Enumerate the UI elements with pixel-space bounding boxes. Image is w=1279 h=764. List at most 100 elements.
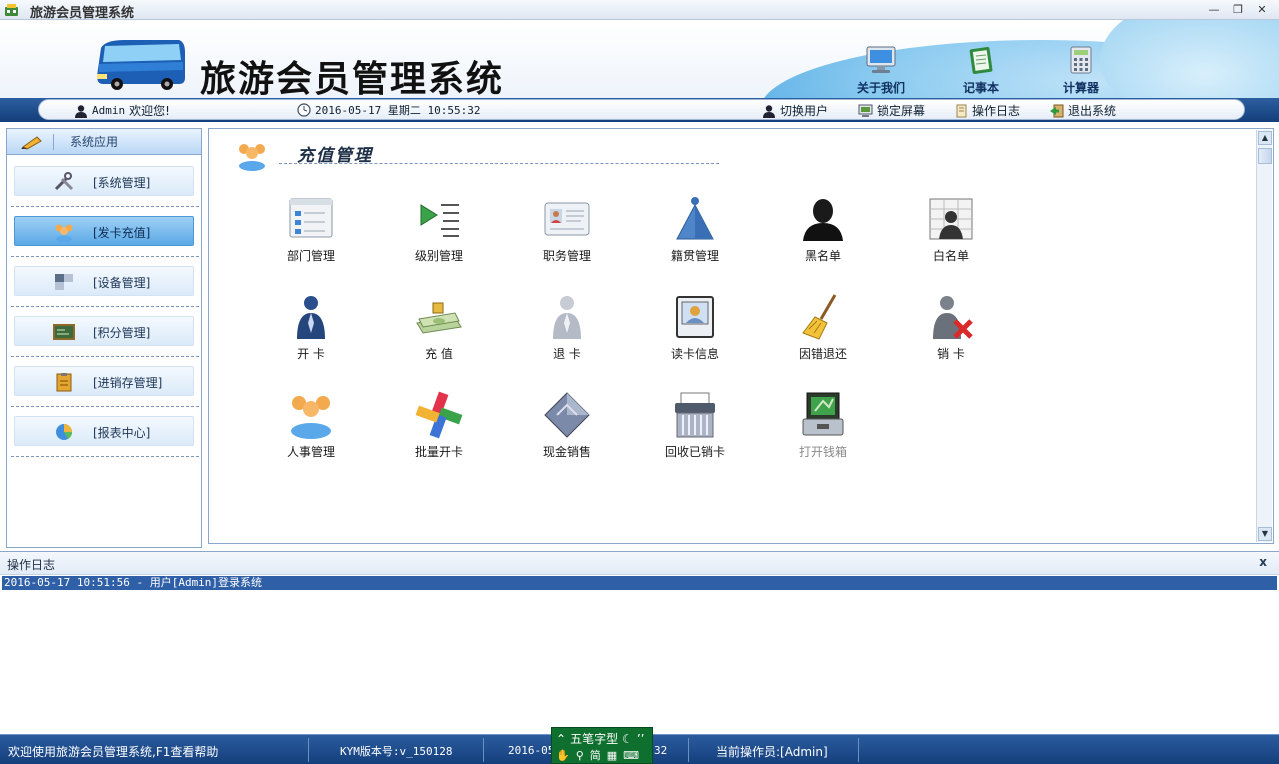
scroll-thumb[interactable] [1258, 148, 1272, 164]
sidebar-item-points-management[interactable]: [积分管理] [14, 316, 194, 346]
lock-screen-icon [858, 104, 873, 117]
clipboard-icon [56, 373, 72, 392]
card-reader-icon [676, 296, 714, 338]
operation-log-title: 操作日志 [7, 558, 56, 572]
tile-recharge[interactable]: 充 值 [394, 293, 484, 363]
ime-search-icon[interactable]: ⚲ [576, 749, 584, 762]
operation-log-button[interactable]: 操作日志 [955, 102, 1020, 119]
app-name-logo: 旅游会员管理系统 [200, 58, 505, 98]
cash-box-icon [802, 392, 844, 436]
tile-cancel-card[interactable]: 销 卡 [906, 293, 996, 363]
sidebar-item-inventory-management[interactable]: [进销存管理] [14, 366, 194, 396]
notepad-button[interactable]: 记事本 [946, 45, 1016, 96]
clock-icon [297, 103, 311, 117]
users-icon [55, 224, 73, 242]
tile-error-refund[interactable]: 因错退还 [778, 293, 868, 363]
log-close-icon[interactable]: x [1259, 555, 1267, 569]
tile-personnel-management[interactable]: 人事管理 [266, 391, 356, 461]
tile-open-card[interactable]: 开 卡 [266, 293, 356, 363]
sidebar-item-card-recharge[interactable]: [发卡充值] [14, 216, 194, 246]
cancel-card-icon [933, 296, 973, 339]
sidebar: 系统应用 [系统管理] [发卡充值] [设备管理] [积分管理] [进销存管理]… [6, 128, 202, 548]
open-card-icon [297, 296, 325, 339]
device-icon [55, 274, 73, 290]
id-card-icon [544, 202, 590, 236]
minimize-icon[interactable]: — [1205, 2, 1223, 17]
scoreboard-icon [53, 324, 75, 340]
ime-expand-icon[interactable]: ⌃ [556, 732, 566, 746]
switch-user-icon [763, 104, 775, 118]
sidebar-item-report-center[interactable]: [报表中心] [14, 416, 194, 446]
tile-card-info[interactable]: 读卡信息 [650, 293, 740, 363]
user-icon [75, 104, 87, 118]
calculator-icon [1070, 46, 1092, 74]
tile-department-management[interactable]: 部门管理 [266, 195, 356, 265]
cash-sale-icon [544, 392, 590, 438]
scroll-down-icon[interactable]: ▼ [1258, 527, 1272, 541]
origin-icon [676, 197, 714, 240]
ime-hand-icon[interactable]: ✋ [556, 749, 570, 762]
header-banner: 旅游会员管理系统 关于我们 记事本 计算器 [0, 20, 1279, 98]
notepad-icon [969, 46, 993, 75]
monitor-icon [866, 46, 896, 73]
shredder-icon [675, 392, 715, 438]
sidebar-item-device-management[interactable]: [设备管理] [14, 266, 194, 296]
bus-logo-icon [97, 40, 185, 90]
sidebar-item-system-management[interactable]: [系统管理] [14, 166, 194, 196]
return-card-icon [553, 296, 581, 339]
tile-blacklist[interactable]: 黑名单 [778, 195, 868, 265]
tile-batch-open-card[interactable]: 批量开卡 [394, 391, 484, 461]
ime-punct-icon[interactable]: ’’ [637, 732, 645, 746]
blacklist-icon [803, 199, 843, 241]
exit-icon [1050, 104, 1064, 117]
log-entry[interactable]: 2016-05-17 10:51:56 - 用户[Admin]登录系统 [2, 576, 1277, 590]
close-icon[interactable]: ✕ [1253, 2, 1271, 17]
department-icon [289, 198, 333, 238]
app-icon [5, 4, 18, 16]
batch-card-icon [415, 391, 463, 439]
status-time: 32 [654, 744, 668, 757]
status-operator: 当前操作员:[Admin] [716, 745, 828, 759]
sidebar-header-label: 系统应用 [70, 135, 119, 149]
level-icon [420, 204, 459, 237]
tile-position-management[interactable]: 职务管理 [522, 195, 612, 265]
tile-open-cash-box[interactable]: 打开钱箱 [778, 391, 868, 461]
operation-log-list: 2016-05-17 10:51:56 - 用户[Admin]登录系统 [0, 575, 1279, 727]
current-user: Admin 欢迎您! [74, 102, 170, 119]
lock-screen-button[interactable]: 锁定屏幕 [858, 102, 925, 119]
sidebar-header: 系统应用 [7, 129, 201, 155]
ime-grid-icon[interactable]: ▦ [607, 749, 617, 762]
tile-return-card[interactable]: 退 卡 [522, 293, 612, 363]
tile-whitelist[interactable]: 白名单 [906, 195, 996, 265]
tile-cash-sale[interactable]: 现金销售 [522, 391, 612, 461]
about-us-button[interactable]: 关于我们 [846, 45, 916, 96]
tile-origin-management[interactable]: 籍贯管理 [650, 195, 740, 265]
main-content-panel: 充值管理 部门管理 级别管理 职务管理 籍贯管理 黑名单 白名单 开 卡 充 值… [208, 128, 1274, 544]
content-scrollbar[interactable]: ▲ ▼ [1256, 130, 1272, 542]
ime-mode[interactable]: 简 [590, 747, 601, 763]
tile-recycle-cancelled-card[interactable]: 回收已销卡 [650, 391, 740, 461]
whitelist-icon [929, 198, 973, 240]
ime-toolbar[interactable]: ⌃ 五笔字型 ☾ ’’ ✋ ⚲ 简 ▦ ⌨ [551, 727, 653, 764]
ime-moon-icon[interactable]: ☾ [622, 732, 633, 746]
maximize-icon[interactable]: ❐ [1229, 2, 1247, 17]
log-file-icon [956, 104, 967, 117]
tile-level-management[interactable]: 级别管理 [394, 195, 484, 265]
status-date: 2016-05 [508, 744, 555, 757]
info-bar: Admin 欢迎您! 2016-05-17 星期二 10:55:32 切换用户 … [0, 98, 1279, 122]
current-datetime: 2016-05-17 星期二 10:55:32 [297, 102, 480, 118]
scroll-up-icon[interactable]: ▲ [1258, 131, 1272, 145]
ime-keyboard-icon[interactable]: ⌨ [623, 749, 639, 762]
personnel-icon [291, 396, 331, 439]
window-titlebar: 旅游会员管理系统 — ❐ ✕ [0, 0, 1279, 21]
ime-name: 五笔字型 [570, 732, 619, 746]
status-version: KYM版本号:v_150128 [340, 745, 453, 758]
pencil-icon [21, 135, 42, 150]
operation-log-header: 操作日志 x [0, 551, 1279, 575]
tools-icon [54, 172, 74, 191]
section-users-icon [239, 144, 265, 171]
money-icon [416, 302, 462, 334]
switch-user-button[interactable]: 切换用户 [762, 102, 828, 119]
calculator-button[interactable]: 计算器 [1046, 45, 1116, 96]
exit-system-button[interactable]: 退出系统 [1049, 102, 1116, 119]
